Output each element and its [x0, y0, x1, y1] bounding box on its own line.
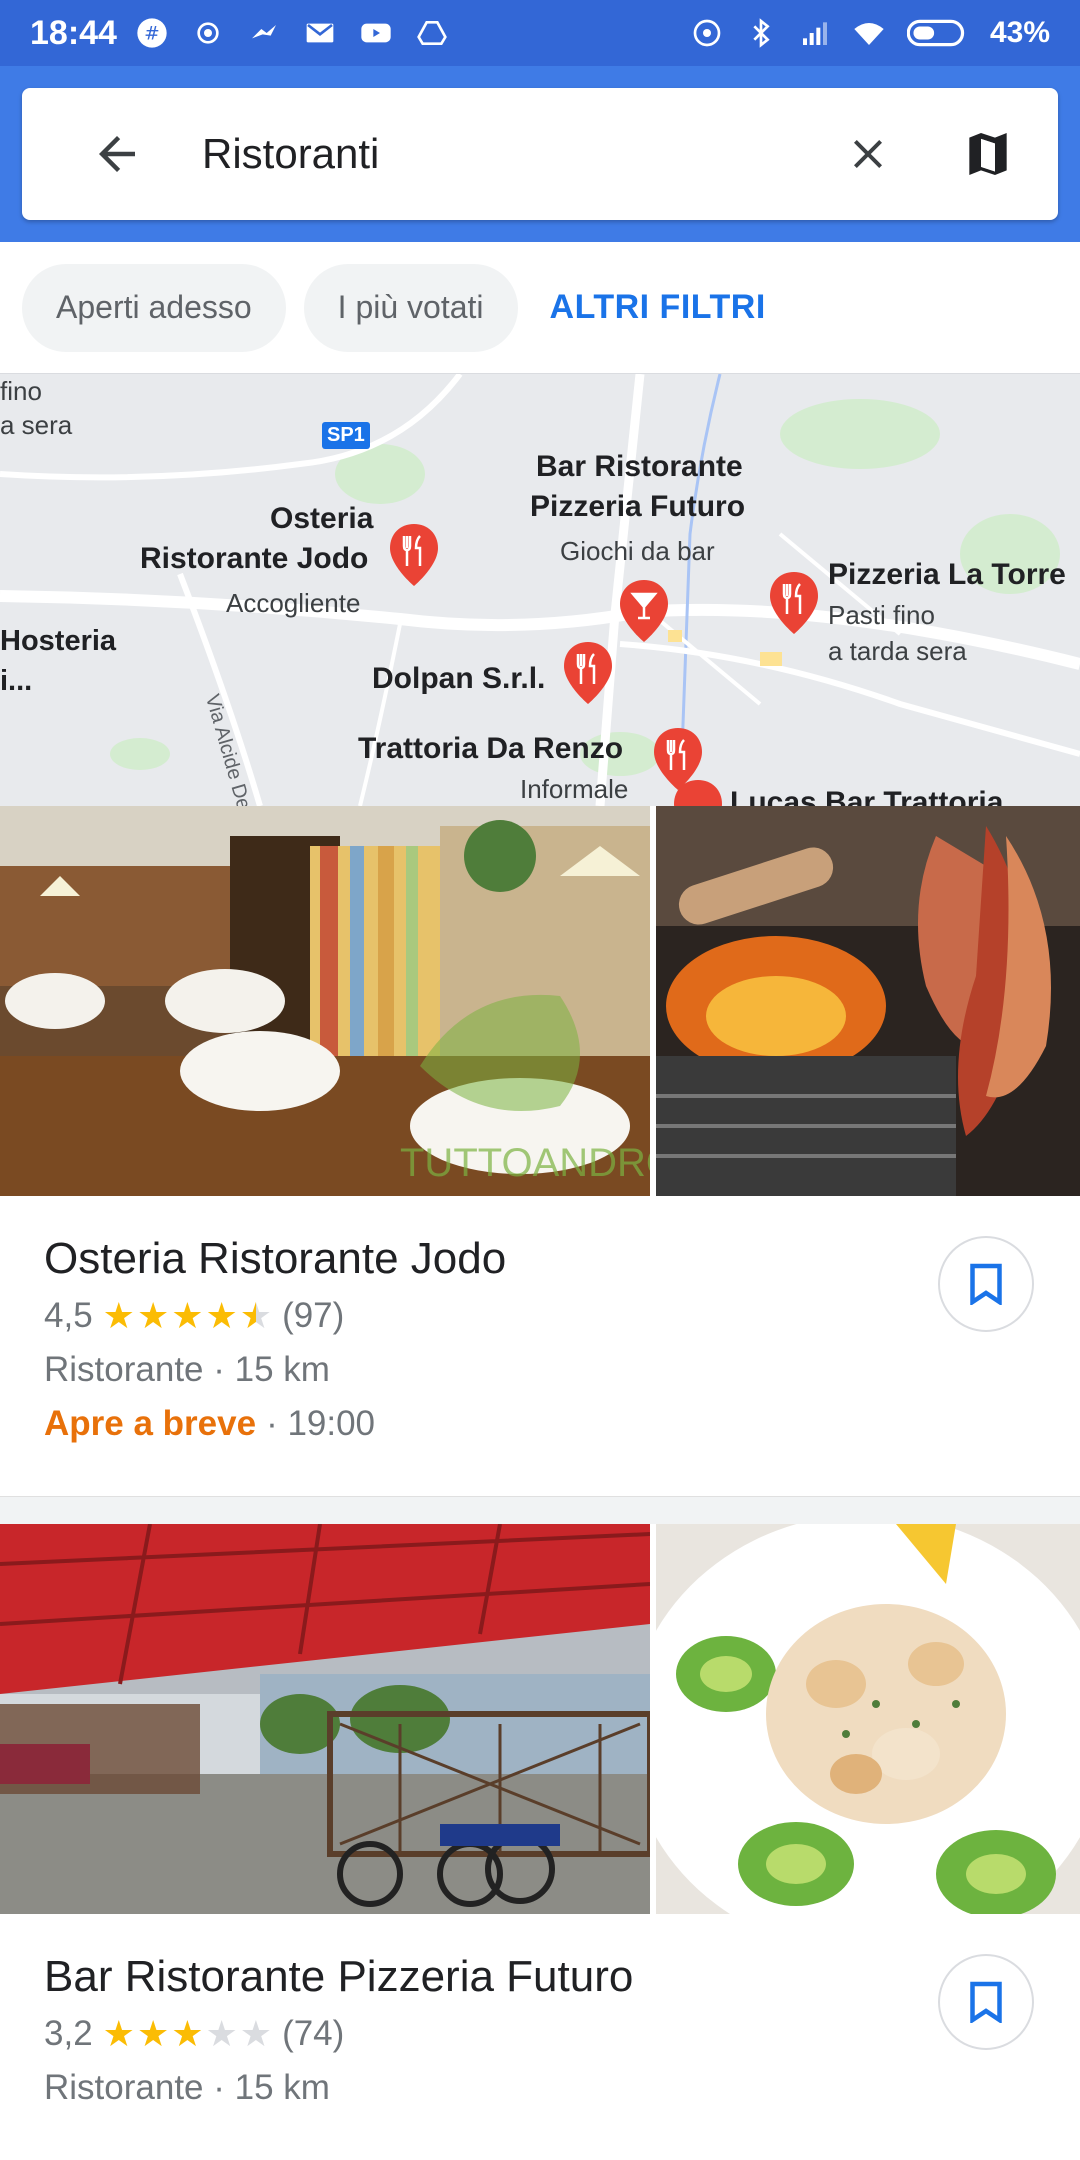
system-icons: 43%: [690, 16, 1050, 50]
arrow-back-icon: [99, 136, 135, 172]
map-place-label[interactable]: Dolpan S.r.l.: [372, 660, 545, 698]
star-full-icon: ★: [171, 1295, 204, 1336]
map-edge-label: fino: [0, 376, 42, 406]
gmail-icon: [303, 16, 337, 50]
map-place-label[interactable]: Osteria: [270, 500, 373, 538]
star-full-icon: ★: [136, 2013, 170, 2054]
map-place-label[interactable]: Pizzeria La Torre: [828, 556, 1066, 594]
restaurant-photo-terrace[interactable]: [0, 1524, 650, 1914]
rating-stars: ★ ★ ★ ★ ★: [103, 1298, 272, 1334]
star-full-icon: ★: [171, 2013, 204, 2054]
bluetooth-icon: [744, 16, 778, 50]
road-badge: SP1: [322, 422, 370, 449]
save-button[interactable]: [938, 1954, 1034, 2050]
opening-status: Apre a breve: [44, 1404, 257, 1443]
map-place-sublabel: Giochi da bar: [560, 536, 715, 566]
status-time: 18:44: [30, 13, 117, 52]
map-edge-label: Hosteria: [0, 625, 117, 657]
map-place-sublabel: Accogliente: [226, 588, 361, 618]
star-empty-icon: ★: [205, 2013, 238, 2054]
results-divider: [0, 1496, 1080, 1524]
result-photos[interactable]: [0, 1524, 1080, 1914]
map-place-label[interactable]: Bar Ristorante: [536, 448, 743, 486]
restaurant-pin-icon[interactable]: [562, 640, 614, 706]
restaurant-photo-grill[interactable]: [656, 806, 1080, 1196]
star-full-icon: ★: [102, 2013, 135, 2054]
map-place-sublabel: a tarda sera: [828, 636, 967, 666]
map-place-label[interactable]: Ristorante Jodo: [140, 540, 368, 578]
more-filters-button[interactable]: ALTRI FILTRI: [550, 288, 766, 327]
clear-search-button[interactable]: [828, 114, 908, 194]
filter-top-rated[interactable]: I più votati: [303, 263, 518, 352]
star-full-icon: ★: [205, 1295, 238, 1336]
map-icon: [969, 133, 1007, 175]
map-view-button[interactable]: [948, 114, 1028, 194]
restaurant-photo-dish[interactable]: [656, 1524, 1080, 1914]
watermark: TUTTOANDROID: [400, 1141, 650, 1185]
filter-open-now[interactable]: Aperti adesso: [22, 263, 286, 352]
rating-value: 3,2: [44, 2014, 93, 2053]
opening-time: · 19:00: [266, 1404, 376, 1443]
youtube-icon: [359, 16, 393, 50]
star-full-icon: ★: [136, 1295, 170, 1336]
map-edge-label: a sera: [0, 410, 73, 440]
review-count: (97): [282, 1296, 345, 1335]
map-preview[interactable]: SP1 Via Alcide De fino a sera Hosteria i…: [0, 374, 1080, 806]
search-box[interactable]: Ristoranti: [22, 88, 1058, 220]
filter-bar: Aperti adesso I più votati ALTRI FILTRI: [0, 242, 1080, 374]
review-count: (74): [282, 2014, 345, 2053]
bookmark-icon: [970, 1981, 1002, 2023]
restaurant-pin-icon[interactable]: [768, 570, 820, 636]
star-full-icon: ★: [102, 1295, 135, 1336]
search-header: Ristoranti: [0, 66, 1080, 242]
back-button[interactable]: [72, 109, 162, 199]
battery-icon: [906, 16, 970, 50]
restaurant-pin-icon[interactable]: [388, 522, 440, 588]
cast-icon: [690, 16, 724, 50]
result-title[interactable]: Osteria Ristorante Jodo: [44, 1234, 506, 1284]
result-title[interactable]: Bar Ristorante Pizzeria Futuro: [44, 1952, 633, 2002]
map-place-sublabel: Informale: [520, 774, 629, 804]
result-card[interactable]: Osteria Ristorante Jodo 4,5 ★ ★ ★ ★ ★ (9…: [0, 1196, 1080, 1496]
result-card[interactable]: Bar Ristorante Pizzeria Futuro 3,2 ★ ★ ★…: [0, 1914, 1080, 2160]
rating-row: 4,5 ★ ★ ★ ★ ★ (97): [44, 1296, 344, 1336]
opening-row: Apre a breve · 19:00: [44, 1404, 375, 1444]
hotspot-icon: [191, 16, 225, 50]
drive-icon: [415, 16, 449, 50]
search-query[interactable]: Ristoranti: [202, 130, 828, 178]
rating-stars: ★ ★ ★ ★ ★: [103, 2016, 272, 2052]
result-category: Ristorante · 15 km: [44, 2068, 330, 2107]
map-place-label[interactable]: Lucas Bar Trattoria: [730, 784, 1003, 806]
map-edge-label: i...: [0, 665, 33, 697]
slack-icon: #: [135, 16, 169, 50]
map-place-sublabel: Pasti fino: [828, 600, 935, 630]
rating-row: 3,2 ★ ★ ★ ★ ★ (74): [44, 2014, 344, 2054]
svg-text:#: #: [144, 24, 160, 45]
rating-value: 4,5: [44, 1296, 93, 1335]
map-place-label[interactable]: Pizzeria Futuro: [530, 488, 745, 526]
restaurant-photo-interior[interactable]: TUTTOANDROID: [0, 806, 650, 1196]
restaurant-pin-icon[interactable]: [672, 778, 724, 806]
battery-percent: 43%: [989, 16, 1050, 49]
bird-icon: [247, 16, 281, 50]
map-place-label[interactable]: Trattoria Da Renzo: [358, 730, 623, 768]
bar-pin-icon[interactable]: [618, 578, 670, 644]
result-category: Ristorante · 15 km: [44, 1350, 330, 1389]
close-icon: [854, 140, 882, 168]
bookmark-icon: [970, 1263, 1002, 1305]
star-empty-icon: ★: [239, 2013, 273, 2054]
signal-icon: [798, 16, 832, 50]
star-half-icon: ★: [239, 1295, 273, 1336]
status-bar: 18:44 # 43%: [0, 0, 1080, 66]
save-button[interactable]: [938, 1236, 1034, 1332]
notification-icons: #: [135, 16, 449, 50]
wifi-icon: [852, 16, 886, 50]
result-photos[interactable]: TUTTOANDROID: [0, 806, 1080, 1196]
